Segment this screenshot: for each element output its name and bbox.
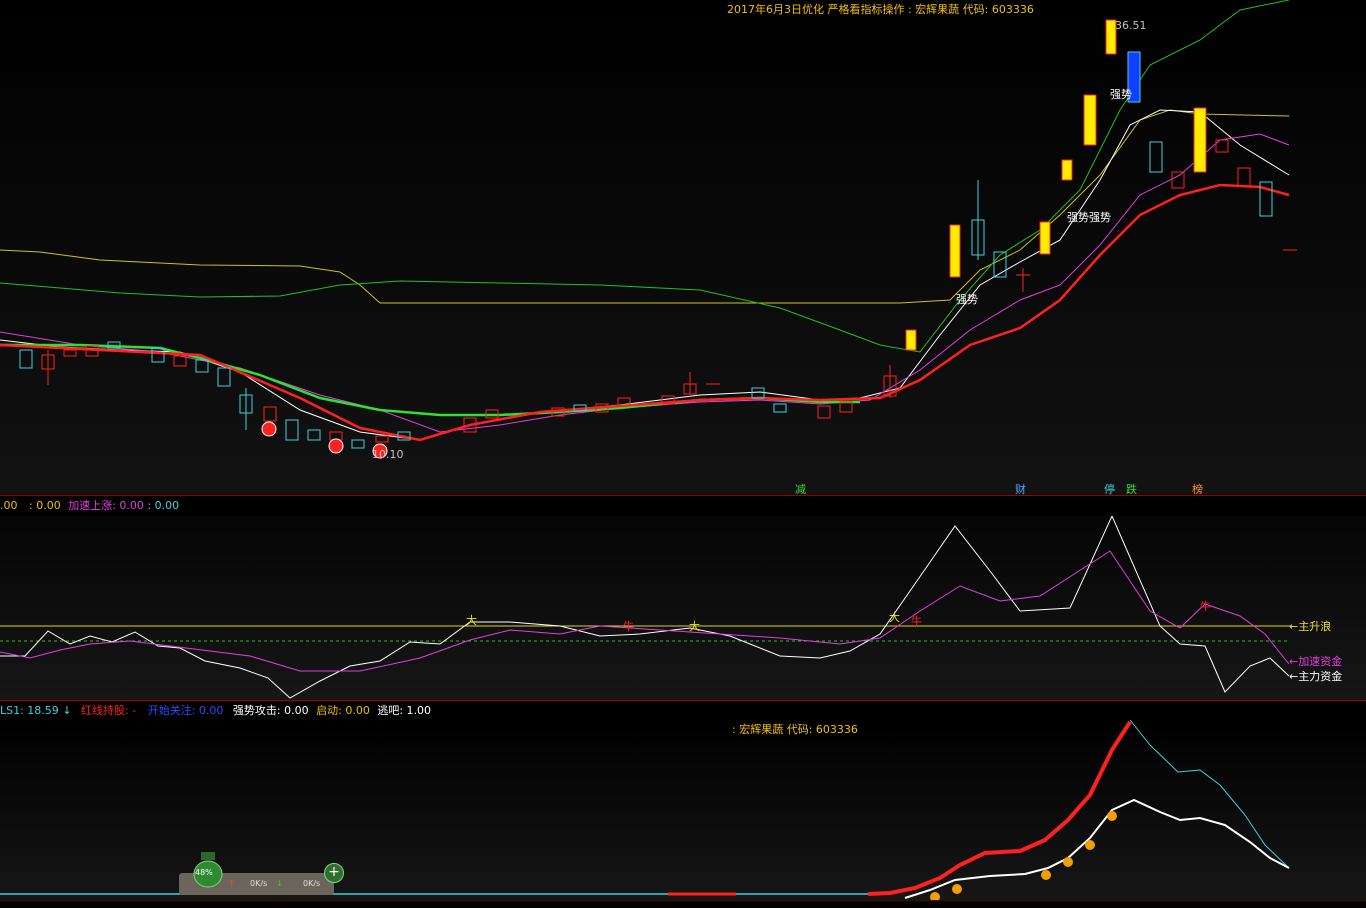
down-arrow-icon: ↓ <box>276 879 283 888</box>
candles <box>19 19 1297 449</box>
header-v1: .00 <box>0 499 18 512</box>
launch-value: 0.00 <box>345 704 370 717</box>
cyan-decline-line <box>1129 720 1290 869</box>
percent-label: 48% <box>195 868 213 877</box>
up-speed: 0K/s <box>250 879 268 888</box>
accel-fund-line <box>0 550 1290 672</box>
white-line <box>904 798 1290 899</box>
status-bar: LS1: 18.59 ↓ 红线持股: - 开始关注: 0.00 强势攻击: 0.… <box>0 702 431 718</box>
start-watch-value: 0.00 <box>198 704 224 717</box>
add-icon[interactable]: + <box>324 863 344 883</box>
header-v3: : 0.00 <box>147 499 180 512</box>
buy-markers <box>261 421 388 459</box>
top-title: 2017年6月3日优化 严格看指标操作 : 宏辉果蔬 代码: 603336 <box>727 3 1034 16</box>
strong-attack: 强势攻击: 0.00 <box>232 704 309 717</box>
mark-niu-1: 牛 <box>623 620 634 633</box>
divider-1 <box>0 495 1366 496</box>
launch-label: 启动: <box>316 704 342 717</box>
mark-da-2: 大 <box>689 620 700 633</box>
indicator-panel[interactable]: 大 大 大 牛 牛 牛 ←主升浪 ←加速资金 ←主力资金 <box>0 516 1366 700</box>
candlestick-panel[interactable]: 2017年6月3日优化 严格看指标操作 : 宏辉果蔬 代码: 603336 36… <box>0 0 1366 496</box>
candlestick-chart[interactable] <box>0 0 1366 494</box>
ls1-value: LS1: 18.59 <box>0 704 59 717</box>
main-fund-label: ←主力资金 <box>1289 670 1343 683</box>
up-arrow-icon: ↑ <box>228 879 235 888</box>
main-fund-line <box>0 516 1290 699</box>
price-high-label: 36.51 <box>1115 19 1147 32</box>
down-speed: 0K/s <box>303 879 321 888</box>
mark-da-3: 大 <box>889 611 900 624</box>
accel-fund-label: ←加速资金 <box>1289 655 1343 668</box>
accel-value: 0.00 <box>119 499 144 512</box>
red-hold: 红线持股: - <box>81 704 137 717</box>
header-v2: : 0.00 <box>29 499 61 512</box>
mark-da-1: 大 <box>466 614 477 627</box>
green-band-line <box>0 0 1290 353</box>
gold-coins <box>930 811 1117 900</box>
green-ma-thick <box>0 343 860 417</box>
mark-niu-2: 牛 <box>911 615 922 628</box>
indicator-chart[interactable] <box>0 516 1366 700</box>
ls1-arrow: ↓ <box>62 704 72 717</box>
indicator-header: .00 : 0.00 加速上涨: 0.00 : 0.00 <box>0 497 179 513</box>
bottom-title: : 宏辉果蔬 代码: 603336 <box>732 723 858 736</box>
accel-label: 加速上涨: <box>68 499 116 512</box>
start-watch-label: 开始关注: <box>147 704 196 717</box>
main-wave-label: ←主升浪 <box>1289 620 1332 633</box>
red-rise-line <box>867 720 1132 896</box>
strength-label-2: 强势 <box>956 293 978 306</box>
divider-2 <box>0 700 1366 701</box>
strength-label-3: 强势强势 <box>1067 211 1111 224</box>
escape: 逃吧: 1.00 <box>377 704 432 717</box>
strength-label-1: 强势 <box>1110 88 1132 101</box>
price-low-label: 10.10 <box>372 448 404 461</box>
mark-niu-3: 牛 <box>1200 600 1211 613</box>
